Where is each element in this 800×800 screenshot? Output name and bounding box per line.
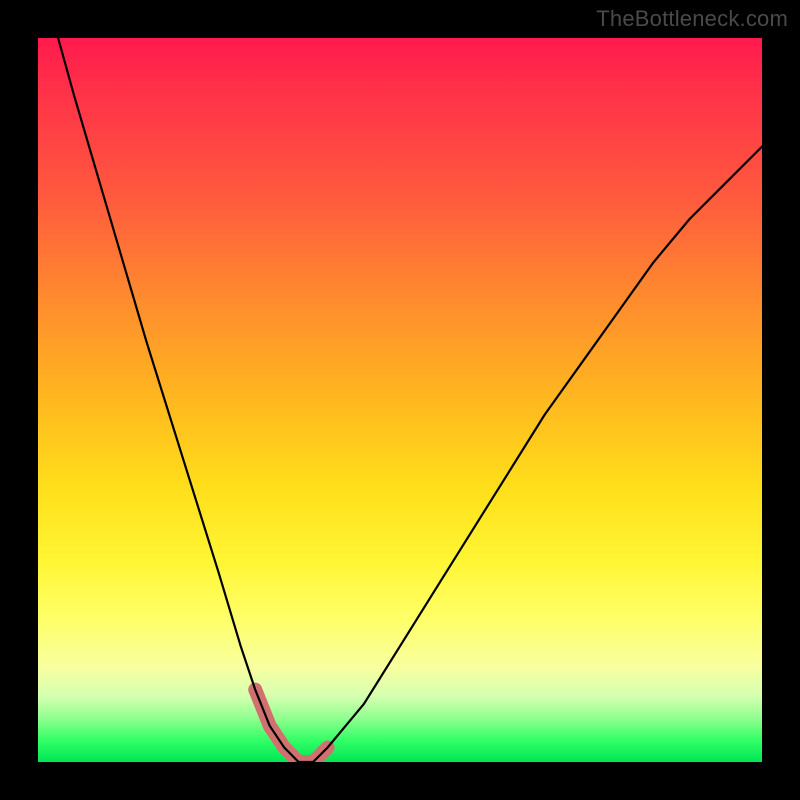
chart-frame: TheBottleneck.com	[0, 0, 800, 800]
curve-layer	[38, 38, 762, 762]
plot-area	[38, 38, 762, 762]
bottleneck-curve-path	[38, 38, 762, 762]
highlight-path	[255, 690, 327, 762]
watermark-text: TheBottleneck.com	[596, 6, 788, 32]
